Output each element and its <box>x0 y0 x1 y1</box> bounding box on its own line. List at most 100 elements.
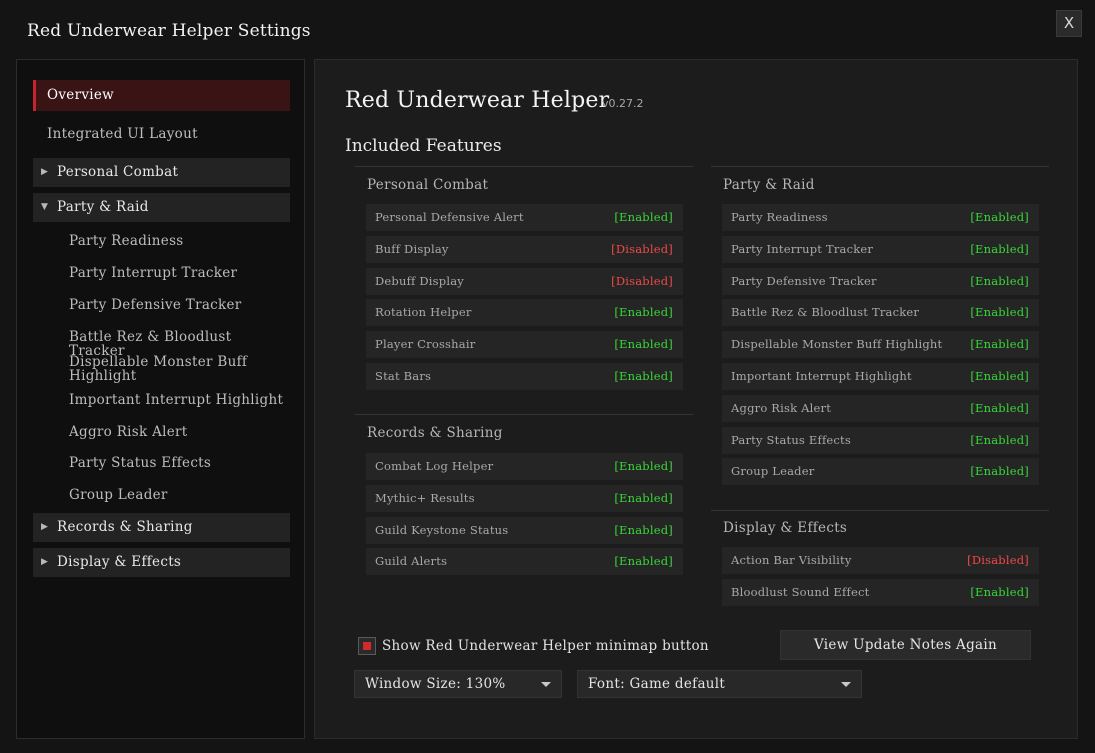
status-enabled: [Enabled] <box>970 242 1029 256</box>
feature-row: Group Leader [Enabled] <box>722 458 1039 485</box>
divider <box>711 510 1049 511</box>
sidebar-nav: Overview Integrated UI Layout ▶ Personal… <box>16 59 305 739</box>
feature-row: Personal Defensive Alert [Enabled] <box>366 204 683 231</box>
feature-name: Aggro Risk Alert <box>731 401 832 415</box>
feature-row: Player Crosshair [Enabled] <box>366 331 683 358</box>
sidebar-item-party-defensive-tracker[interactable]: Party Defensive Tracker <box>69 298 291 312</box>
feature-row: Combat Log Helper [Enabled] <box>366 453 683 480</box>
feature-name: Party Readiness <box>731 210 828 224</box>
sidebar-item-party-readiness[interactable]: Party Readiness <box>69 234 291 248</box>
status-enabled: [Enabled] <box>614 305 673 319</box>
feature-name: Mythic+ Results <box>375 491 475 505</box>
chevron-right-icon: ▶ <box>41 522 49 532</box>
status-enabled: [Enabled] <box>970 433 1029 447</box>
sidebar-item-aggro-risk-alert[interactable]: Aggro Risk Alert <box>69 425 291 439</box>
status-enabled: [Enabled] <box>970 464 1029 478</box>
sidebar-item-party-status-effects[interactable]: Party Status Effects <box>69 456 291 470</box>
minimap-checkbox-label[interactable]: Show Red Underwear Helper minimap button <box>382 637 709 655</box>
sidebar-item-group-leader[interactable]: Group Leader <box>69 488 291 502</box>
chevron-right-icon: ▶ <box>41 167 49 177</box>
close-button[interactable]: X <box>1056 10 1082 37</box>
status-enabled: [Enabled] <box>970 274 1029 288</box>
feature-row: Buff Display [Disabled] <box>366 236 683 263</box>
status-enabled: [Enabled] <box>970 305 1029 319</box>
status-enabled: [Enabled] <box>614 491 673 505</box>
feature-row: Party Status Effects [Enabled] <box>722 427 1039 454</box>
feature-name: Action Bar Visibility <box>731 553 852 567</box>
group-heading-party-raid: Party & Raid <box>723 177 815 193</box>
feature-name: Rotation Helper <box>375 305 472 319</box>
sidebar-item-party-interrupt-tracker[interactable]: Party Interrupt Tracker <box>69 266 291 280</box>
window-size-value: Window Size: 130% <box>365 676 506 692</box>
main-panel: Red Underwear Helper v0.27.2 Included Fe… <box>314 59 1078 739</box>
status-disabled: [Disabled] <box>611 274 673 288</box>
status-disabled: [Disabled] <box>611 242 673 256</box>
feature-row: Party Readiness [Enabled] <box>722 204 1039 231</box>
feature-row: Rotation Helper [Enabled] <box>366 299 683 326</box>
feature-row: Action Bar Visibility [Disabled] <box>722 547 1039 574</box>
chevron-down-icon <box>841 682 851 687</box>
status-enabled: [Enabled] <box>970 337 1029 351</box>
sidebar-group-label: Records & Sharing <box>57 519 193 535</box>
group-heading-records-sharing: Records & Sharing <box>367 425 503 441</box>
chevron-right-icon: ▶ <box>41 557 49 567</box>
feature-name: Party Interrupt Tracker <box>731 242 874 256</box>
window-size-dropdown[interactable]: Window Size: 130% <box>354 670 562 698</box>
feature-row: Aggro Risk Alert [Enabled] <box>722 395 1039 422</box>
feature-row: Stat Bars [Enabled] <box>366 363 683 390</box>
app-title: Red Underwear Helper <box>345 88 610 113</box>
status-enabled: [Enabled] <box>614 459 673 473</box>
feature-name: Party Defensive Tracker <box>731 274 877 288</box>
feature-name: Buff Display <box>375 242 449 256</box>
feature-name: Important Interrupt Highlight <box>731 369 912 383</box>
checkbox-checked-mark <box>363 642 371 650</box>
feature-row: Party Interrupt Tracker [Enabled] <box>722 236 1039 263</box>
feature-name: Debuff Display <box>375 274 464 288</box>
status-enabled: [Enabled] <box>614 210 673 224</box>
sidebar-group-party-raid[interactable]: ▼ Party & Raid <box>33 193 290 222</box>
feature-row: Guild Keystone Status [Enabled] <box>366 517 683 544</box>
divider <box>355 166 693 167</box>
sidebar-item-dispellable-monster-buff[interactable]: Dispellable Monster Buff Highlight <box>69 355 291 383</box>
divider <box>711 166 1049 167</box>
feature-row: Battle Rez & Bloodlust Tracker [Enabled] <box>722 299 1039 326</box>
feature-name: Personal Defensive Alert <box>375 210 524 224</box>
chevron-down-icon <box>541 682 551 687</box>
version-label: v0.27.2 <box>602 97 644 110</box>
sidebar-item-overview[interactable]: Overview <box>33 80 290 111</box>
feature-name: Player Crosshair <box>375 337 476 351</box>
font-dropdown[interactable]: Font: Game default <box>577 670 862 698</box>
feature-row: Debuff Display [Disabled] <box>366 268 683 295</box>
feature-name: Bloodlust Sound Effect <box>731 585 870 599</box>
group-heading-display-effects: Display & Effects <box>723 520 848 536</box>
feature-row: Party Defensive Tracker [Enabled] <box>722 268 1039 295</box>
feature-row: Guild Alerts [Enabled] <box>366 548 683 575</box>
sidebar-group-label: Personal Combat <box>57 164 179 180</box>
view-update-notes-button[interactable]: View Update Notes Again <box>780 630 1031 660</box>
sidebar-item-important-interrupt[interactable]: Important Interrupt Highlight <box>69 393 291 407</box>
section-title: Included Features <box>345 136 502 156</box>
sidebar-group-records-sharing[interactable]: ▶ Records & Sharing <box>33 513 290 542</box>
feature-row: Dispellable Monster Buff Highlight [Enabl… <box>722 331 1039 358</box>
feature-name: Combat Log Helper <box>375 459 494 473</box>
group-heading-personal-combat: Personal Combat <box>367 177 489 193</box>
feature-row: Mythic+ Results [Enabled] <box>366 485 683 512</box>
feature-name: Battle Rez & Bloodlust Tracker <box>731 305 920 319</box>
feature-name: Guild Alerts <box>375 554 448 568</box>
feature-row: Bloodlust Sound Effect [Enabled] <box>722 579 1039 606</box>
settings-window: Red Underwear Helper Settings X Overview… <box>0 0 1095 753</box>
sidebar-group-display-effects[interactable]: ▶ Display & Effects <box>33 548 290 577</box>
minimap-checkbox[interactable] <box>358 637 376 655</box>
status-enabled: [Enabled] <box>970 401 1029 415</box>
sidebar-group-personal-combat[interactable]: ▶ Personal Combat <box>33 158 290 187</box>
sidebar-item-integrated-ui-layout[interactable]: Integrated UI Layout <box>33 120 290 148</box>
status-enabled: [Enabled] <box>614 337 673 351</box>
status-enabled: [Enabled] <box>970 585 1029 599</box>
sidebar-group-label: Display & Effects <box>57 554 182 570</box>
feature-name: Group Leader <box>731 464 815 478</box>
feature-name: Party Status Effects <box>731 433 851 447</box>
window-title: Red Underwear Helper Settings <box>27 21 311 41</box>
feature-name: Stat Bars <box>375 369 432 383</box>
sidebar-group-label: Party & Raid <box>57 199 149 215</box>
status-enabled: [Enabled] <box>614 554 673 568</box>
